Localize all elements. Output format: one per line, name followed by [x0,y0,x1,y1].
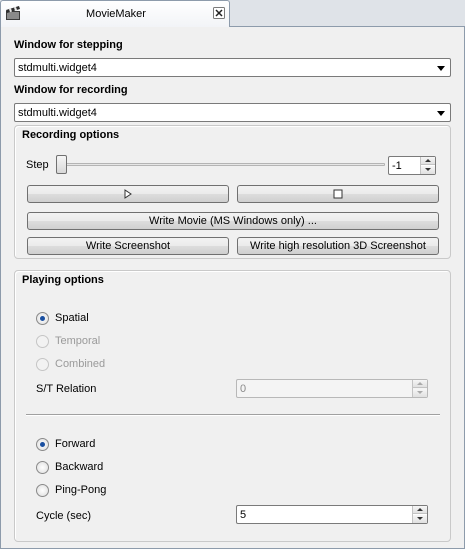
playing-options-group [14,270,451,542]
cycle-label: Cycle (sec) [36,510,92,522]
step-spinbox[interactable]: -1 [388,156,436,175]
stepping-window-value: stdmulti.widget4 [18,62,97,74]
close-icon[interactable] [213,7,225,19]
write-movie-button[interactable]: Write Movie (MS Windows only) ... [27,212,439,230]
st-relation-spinbox[interactable]: 0 [236,379,428,398]
st-relation-value: 0 [240,383,247,395]
spin-up-icon[interactable] [421,157,435,165]
step-slider-handle[interactable] [56,155,67,174]
chevron-down-icon [437,66,445,71]
cycle-value: 5 [240,509,247,521]
write-screenshot-button[interactable]: Write Screenshot [27,237,229,255]
spin-up-icon[interactable] [413,380,427,388]
recording-window-select[interactable]: stdmulti.widget4 [14,103,451,122]
spin-down-icon[interactable] [421,166,435,174]
step-label: Step [26,159,49,171]
backward-radio[interactable] [36,461,49,474]
stop-icon [333,189,343,199]
play-button[interactable] [27,185,229,203]
stop-button[interactable] [237,185,439,203]
cycle-spinbox[interactable]: 5 [236,505,428,524]
spin-down-icon[interactable] [413,389,427,397]
st-relation-label: S/T Relation [36,383,97,395]
recording-window-value: stdmulti.widget4 [18,107,97,119]
ping-pong-radio[interactable] [36,484,49,497]
ping-pong-radio-label: Ping-Pong [55,484,107,496]
forward-radio[interactable] [36,438,49,451]
temporal-radio-label: Temporal [55,335,101,347]
combined-radio[interactable] [36,358,49,371]
write-hires-screenshot-button[interactable]: Write high resolution 3D Screenshot [237,237,439,255]
tab-moviemaker[interactable]: MovieMaker [0,0,230,27]
playing-options-title: Playing options [22,274,104,286]
spin-down-icon[interactable] [413,515,427,523]
spatial-radio[interactable] [36,312,49,325]
temporal-radio[interactable] [36,335,49,348]
stepping-window-label: Window for stepping [14,39,123,51]
forward-radio-label: Forward [55,438,96,450]
recording-options-title: Recording options [22,129,120,141]
spin-up-icon[interactable] [413,506,427,514]
tab-title: MovieMaker [86,8,146,20]
play-icon [124,189,132,200]
panel-top-border [230,26,465,27]
spatial-radio-label: Spatial [55,312,89,324]
recording-window-label: Window for recording [14,84,128,96]
step-slider-track[interactable] [57,163,385,166]
combined-radio-label: Combined [55,358,106,370]
backward-radio-label: Backward [55,461,104,473]
step-value: -1 [392,160,402,172]
stepping-window-select[interactable]: stdmulti.widget4 [14,58,451,77]
playing-options-divider [26,414,440,416]
chevron-down-icon [437,111,445,116]
